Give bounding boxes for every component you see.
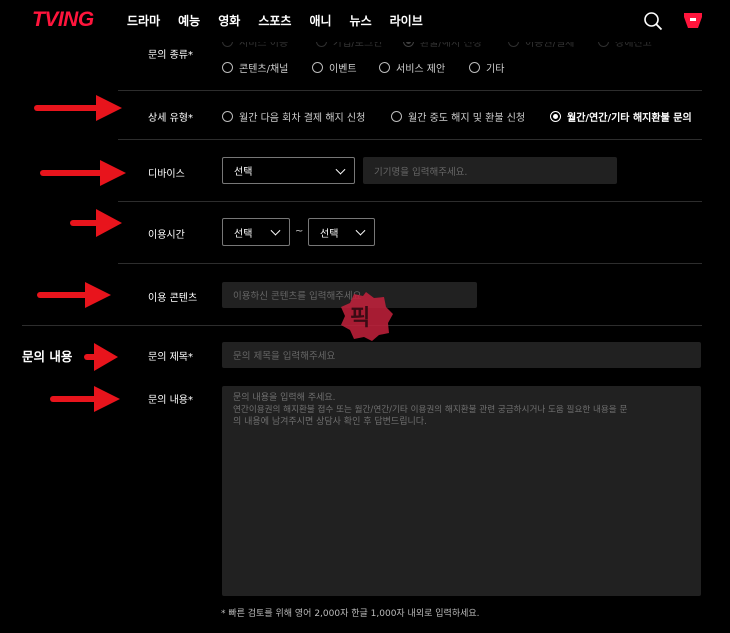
device-label: 디바이스 <box>148 169 185 180</box>
device-name-input[interactable]: 기기명을 입력해주세요. <box>363 157 617 184</box>
radio-content-channel[interactable]: 콘텐츠/채널 <box>222 60 288 75</box>
divider <box>118 263 702 264</box>
red-arrow-icon <box>84 343 118 371</box>
red-arrow-icon <box>34 95 122 121</box>
search-icon[interactable] <box>643 11 663 31</box>
radio-refund-inquiry[interactable]: 월간/연간/기타 해지환불 문의 <box>550 109 692 124</box>
main-nav: 드라마 예능 영화 스포츠 애니 뉴스 라이브 <box>127 12 441 29</box>
body-placeholder-line: 의 내용에 남겨주시면 상담사 확인 후 답변드립니다. <box>233 417 427 427</box>
radio-monthly-mid-refund[interactable]: 월간 중도 해지 및 환불 신청 <box>391 109 525 124</box>
divider <box>118 201 702 202</box>
usage-time-from-value: 선택 <box>234 228 253 240</box>
profile-avatar-icon[interactable] <box>683 12 703 30</box>
nav-item-anime[interactable]: 애니 <box>309 12 331 29</box>
chevron-down-icon <box>335 164 346 175</box>
annotation-side-label: 문의 내용 <box>22 349 73 364</box>
divider <box>118 139 702 140</box>
radio-service-suggestion[interactable]: 서비스 제안 <box>379 60 445 75</box>
detail-type-label: 상세 유형* <box>148 113 193 124</box>
watermark-text: 픽 <box>350 306 371 331</box>
body-placeholder-line: 연간이용권의 해지환불 접수 또는 월간/연간/기타 이용권의 해지환불 관련 … <box>233 405 628 415</box>
nav-item-movie[interactable]: 영화 <box>218 12 240 29</box>
top-header: TVING 드라마 예능 영화 스포츠 애니 뉴스 라이브 <box>0 0 730 42</box>
inquiry-body-textarea[interactable]: 문의 내용을 입력해 주세요. 연간이용권의 해지환불 접수 또는 월간/연간/… <box>222 386 701 596</box>
red-arrow-icon <box>37 282 111 308</box>
usage-time-label: 이용시간 <box>148 230 185 241</box>
inquiry-title-label: 문의 제목* <box>148 352 193 363</box>
usage-time-to-select[interactable]: 선택 <box>308 218 375 246</box>
divider <box>118 90 702 91</box>
nav-item-drama[interactable]: 드라마 <box>127 12 160 29</box>
usage-time-from-select[interactable]: 선택 <box>222 218 290 246</box>
nav-item-news[interactable]: 뉴스 <box>350 12 372 29</box>
nav-item-sports[interactable]: 스포츠 <box>258 12 291 29</box>
length-note: * 빠른 검토를 위해 영어 2,000자 한글 1,000자 내외로 입력하세… <box>221 609 480 619</box>
device-select-value: 선택 <box>234 167 253 178</box>
radio-other[interactable]: 기타 <box>469 60 504 75</box>
radio-event[interactable]: 이벤트 <box>312 60 357 75</box>
radio-monthly-next-cancel[interactable]: 월간 다음 회차 결제 해지 신청 <box>222 109 365 124</box>
body-placeholder-line: 문의 내용을 입력해 주세요. <box>233 393 336 403</box>
chevron-down-icon <box>270 225 281 236</box>
red-arrow-icon <box>50 386 120 412</box>
nav-item-live[interactable]: 라이브 <box>390 12 423 29</box>
inquiry-type-label: 문의 종류* <box>148 50 193 61</box>
usage-content-label: 이용 콘텐츠 <box>148 293 198 304</box>
nav-item-variety[interactable]: 예능 <box>178 12 200 29</box>
red-arrow-icon <box>70 209 122 237</box>
tving-logo[interactable]: TVING <box>32 8 94 32</box>
chevron-down-icon <box>355 225 366 236</box>
device-select[interactable]: 선택 <box>222 157 355 184</box>
inquiry-title-input[interactable]: 문의 제목을 입력해주세요 <box>222 342 701 368</box>
red-arrow-icon <box>40 160 126 186</box>
usage-time-to-value: 선택 <box>320 228 339 240</box>
time-range-separator: ~ <box>295 226 304 237</box>
inquiry-body-label: 문의 내용* <box>148 395 193 406</box>
